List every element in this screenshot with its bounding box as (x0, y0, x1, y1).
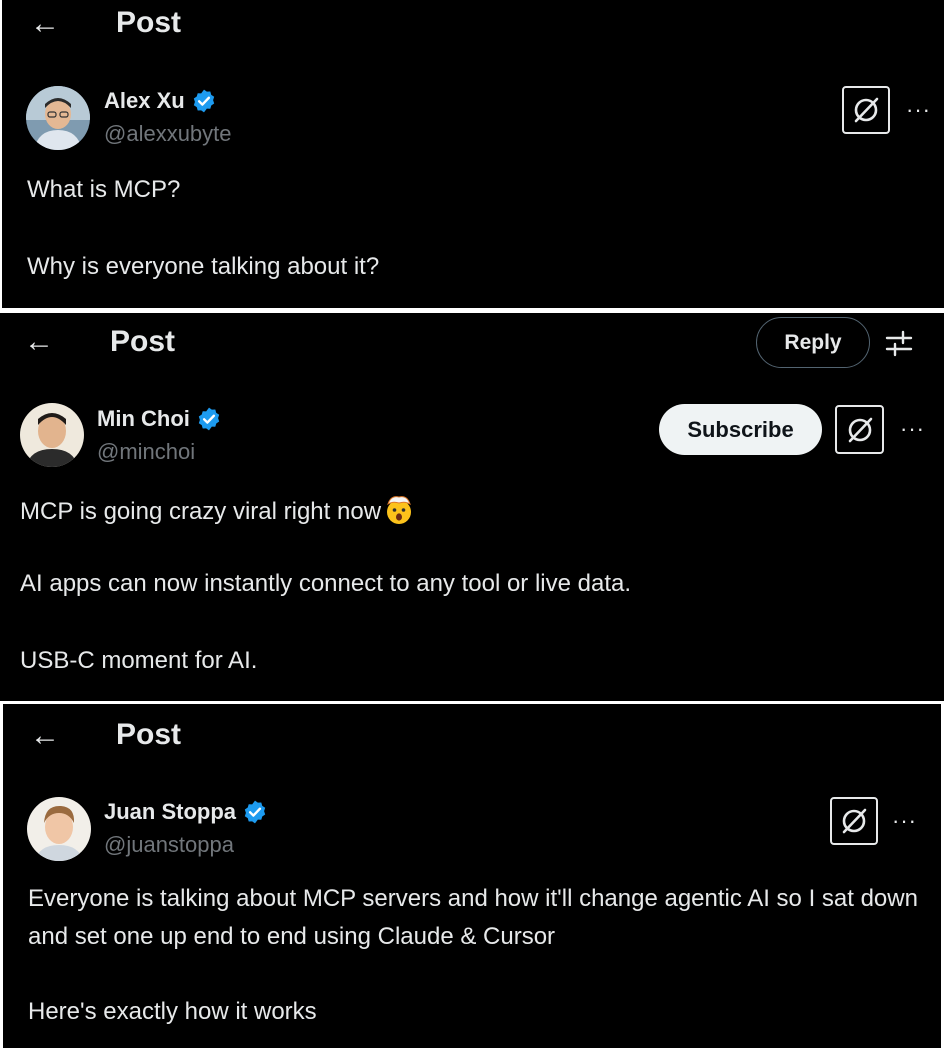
verified-badge-icon (193, 89, 214, 113)
verified-badge-icon (244, 800, 266, 824)
post-text-line: What is MCP? (27, 176, 181, 203)
more-icon[interactable]: ··· (892, 810, 917, 832)
grok-icon[interactable] (835, 405, 884, 454)
author-name[interactable]: Min Choi (97, 406, 222, 432)
post-panel-min-choi: ← Post Reply Min Choi @minchoi Subscribe… (0, 313, 944, 701)
author-handle[interactable]: @juanstoppa (104, 832, 234, 858)
page-title: Post (116, 718, 182, 751)
more-icon[interactable]: ··· (906, 99, 931, 121)
author-name[interactable]: Alex Xu (104, 88, 217, 114)
avatar-photo (20, 403, 84, 467)
sliders-icon[interactable] (884, 328, 914, 358)
post-panel-juan-stoppa: ← Post Juan Stoppa @juanstoppa ··· Every… (3, 704, 941, 1048)
author-name-text: Min Choi (97, 406, 190, 431)
back-arrow-icon[interactable]: ← (30, 9, 60, 39)
page-title: Post (110, 325, 176, 358)
post-text-line: Why is everyone talking about it? (27, 253, 380, 280)
avatar[interactable] (20, 403, 84, 467)
post-text-line: Here's exactly how it works (28, 998, 317, 1025)
back-arrow-icon[interactable]: ← (24, 327, 54, 357)
post-text-line: USB-C moment for AI. (20, 647, 258, 674)
author-name-text: Alex Xu (104, 88, 185, 113)
subscribe-button[interactable]: Subscribe (659, 404, 822, 455)
post-text: MCP is going crazy viral right now (20, 498, 382, 525)
reply-button-label: Reply (784, 330, 842, 354)
post-text-line: MCP is going crazy viral right now (20, 493, 415, 526)
grok-icon[interactable] (830, 797, 878, 845)
avatar-photo (27, 797, 91, 861)
page-title: Post (116, 6, 182, 39)
avatar[interactable] (26, 86, 90, 150)
author-name[interactable]: Juan Stoppa (104, 799, 268, 825)
more-icon[interactable]: ··· (900, 418, 925, 440)
grok-icon[interactable] (842, 86, 890, 134)
avatar[interactable] (27, 797, 91, 861)
post-text-line: AI apps can now instantly connect to any… (20, 570, 632, 597)
author-name-text: Juan Stoppa (104, 799, 237, 824)
avatar-photo (26, 86, 90, 150)
subscribe-button-label: Subscribe (687, 416, 794, 442)
back-arrow-icon[interactable]: ← (30, 721, 60, 751)
reply-button[interactable]: Reply (756, 317, 870, 368)
author-handle[interactable]: @minchoi (97, 439, 195, 465)
author-handle[interactable]: @alexxubyte (104, 121, 232, 147)
verified-badge-icon (198, 407, 220, 431)
post-text-line: Everyone is talking about MCP servers an… (28, 885, 918, 950)
exploding-head-emoji (387, 496, 412, 524)
post-panel-alex-xu: ← Post Alex Xu @alexxubyte ··· What is M… (2, 0, 944, 308)
